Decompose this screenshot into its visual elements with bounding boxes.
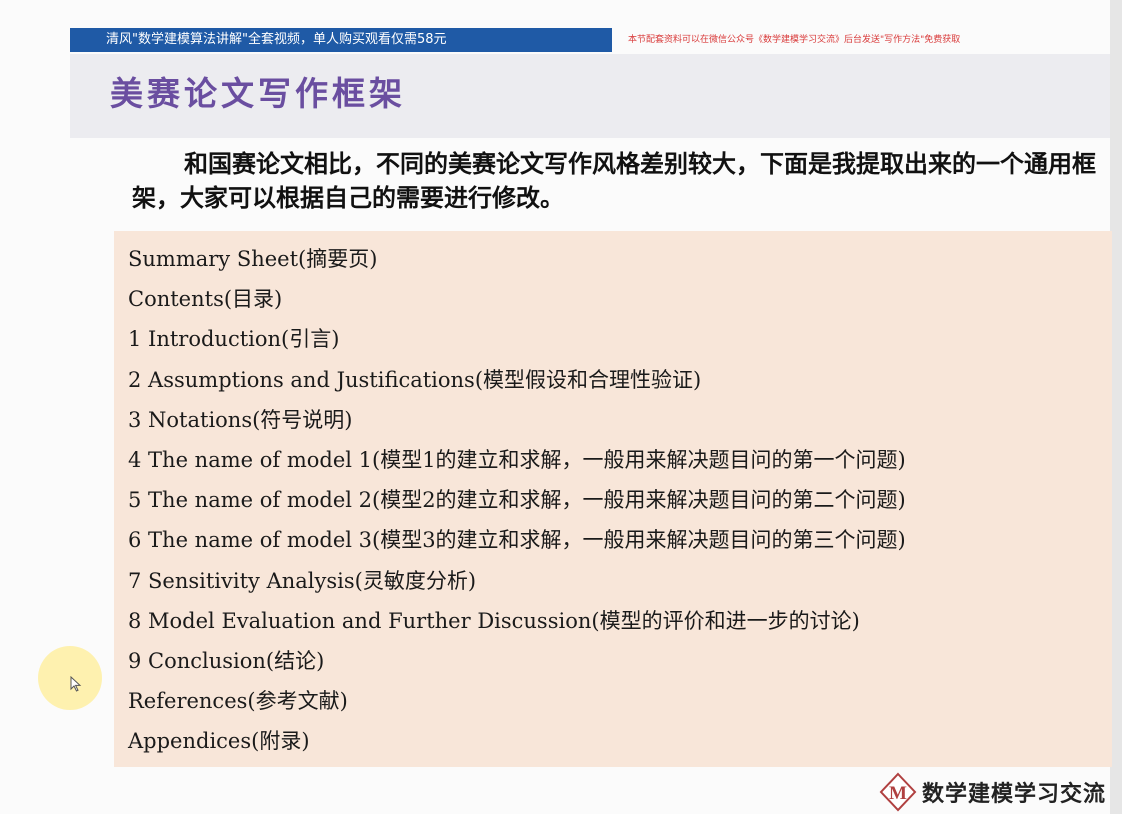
outline-item: 4 The name of model 1(模型1的建立和求解，一般用来解决题目… (128, 447, 906, 472)
outline-item: 6 The name of model 3(模型3的建立和求解，一般用来解决题目… (128, 528, 906, 553)
outline-item: Appendices(附录) (128, 729, 310, 754)
logo-letter: M (889, 783, 907, 804)
mouse-pointer-icon (70, 676, 82, 692)
outline-item: References(参考文献) (128, 689, 348, 714)
outline-item: 3 Notations(符号说明) (128, 407, 353, 432)
outline-list: Summary Sheet(摘要页) Contents(目录) 1 Introd… (128, 239, 906, 761)
promo-banner: 清风"数学建模算法讲解"全套视频，单人购买观看仅需58元 (70, 28, 612, 52)
outline-item: 2 Assumptions and Justifications(模型假设和合理… (128, 367, 702, 392)
outline-item: Summary Sheet(摘要页) (128, 247, 378, 271)
slide: 清风"数学建模算法讲解"全套视频，单人购买观看仅需58元 本节配套资料可以在微信… (0, 0, 1122, 814)
m-logo-icon: M (879, 772, 917, 812)
watermark-text: 数学建模学习交流 (922, 782, 1107, 807)
outline-item: 7 Sensitivity Analysis(灵敏度分析) (128, 568, 477, 593)
outline-item: Contents(目录) (128, 287, 283, 312)
promo-note: 本节配套资料可以在微信公众号《数学建模学习交流》后台发送"写作方法"免费获取 (628, 35, 961, 45)
outline-item: 1 Introduction(引言) (128, 327, 340, 352)
outline-item: 5 The name of model 2(模型2的建立和求解，一般用来解决题目… (128, 488, 906, 513)
watermark: M 数学建模学习交流 (878, 772, 1106, 812)
outline-item: 8 Model Evaluation and Further Discussio… (128, 608, 860, 633)
page-title: 美赛论文写作框架 (110, 74, 406, 113)
intro-paragraph: 和国赛论文相比，不同的美赛论文写作风格差别较大，下面是我提取出来的一个通用框架，… (132, 150, 1096, 212)
outline-item: 9 Conclusion(结论) (128, 648, 325, 673)
